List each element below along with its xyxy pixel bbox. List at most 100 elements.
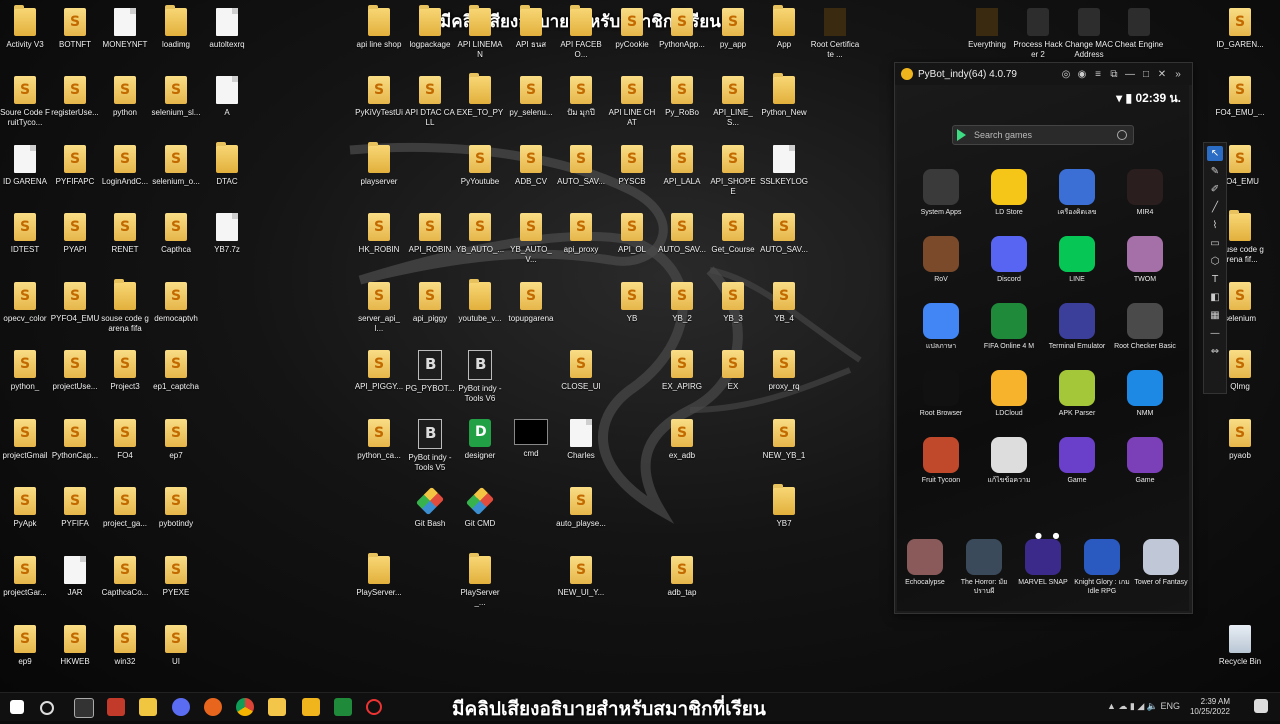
android-app[interactable]: LINE: [1045, 236, 1109, 284]
desktop-icon[interactable]: PYEXE: [151, 556, 201, 622]
desktop-icon[interactable]: CLOSE_UI: [556, 350, 606, 416]
chrome-icon[interactable]: [236, 698, 254, 716]
desktop-icon[interactable]: playserver: [354, 142, 404, 211]
desktop-icon[interactable]: pybotindy: [151, 487, 201, 553]
select-tool-icon[interactable]: ↖: [1207, 146, 1223, 161]
desktop-icon[interactable]: Git Bash: [405, 486, 455, 553]
app-red-icon[interactable]: [107, 698, 125, 716]
desktop-icon[interactable]: YB7: [759, 484, 809, 553]
desktop-icon[interactable]: ADB_CV: [506, 145, 556, 211]
desktop-icon[interactable]: YB7.7z: [202, 213, 252, 279]
desktop-icon[interactable]: PYAPI: [50, 213, 100, 279]
desktop-icon[interactable]: ep9: [0, 625, 50, 691]
android-app[interactable]: Terminal Emulator: [1045, 303, 1109, 351]
desktop-icon[interactable]: PyBot indy - Tools V5: [405, 419, 455, 485]
android-app[interactable]: Game: [1113, 437, 1177, 485]
android-app[interactable]: System Apps: [909, 169, 973, 217]
desktop-icon[interactable]: PyKiVyTestUi: [354, 76, 404, 142]
desktop-icon[interactable]: HK_ROBIN: [354, 213, 404, 279]
android-app[interactable]: แปลภาษา: [909, 303, 973, 351]
desktop-icon[interactable]: BOTNFT: [50, 8, 100, 74]
desktop-icon[interactable]: democaptvh: [151, 282, 201, 348]
account-icon[interactable]: ◉: [1074, 69, 1090, 80]
desktop-icon[interactable]: API LINE CHAT: [607, 76, 657, 142]
search-icon[interactable]: [40, 701, 54, 715]
desktop-icon[interactable]: YB_2: [657, 282, 707, 348]
desktop-icon[interactable]: projectGar...: [0, 556, 50, 622]
dock-app[interactable]: Echocalypse: [893, 539, 957, 587]
minimize-icon[interactable]: —: [1122, 69, 1138, 80]
desktop-icon[interactable]: ID GARENA: [0, 145, 50, 211]
close-icon[interactable]: ✕: [1154, 69, 1170, 80]
dock-app[interactable]: MARVEL SNAP: [1011, 539, 1075, 587]
android-app[interactable]: MIR4: [1113, 169, 1177, 217]
desktop-icon[interactable]: YB_3: [708, 282, 758, 348]
menu-icon[interactable]: ≡: [1090, 69, 1106, 80]
search-games-bar[interactable]: Search games: [952, 125, 1134, 145]
desktop-icon[interactable]: Project3: [100, 350, 150, 416]
desktop-icon[interactable]: HKWEB: [50, 625, 100, 691]
desktop-icon[interactable]: YB: [607, 282, 657, 348]
messenger-icon[interactable]: [172, 698, 190, 716]
desktop-icon[interactable]: ID_GAREN...: [1215, 8, 1265, 74]
system-tray[interactable]: ▲ ☁ ▮ ◢ 🔈 ENG: [1107, 701, 1180, 712]
search-icon[interactable]: [1117, 130, 1127, 140]
desktop-icon[interactable]: A: [202, 76, 252, 142]
android-app[interactable]: APK Parser: [1045, 370, 1109, 418]
desktop-icon[interactable]: EXE_TO_PY: [455, 73, 505, 142]
python-file-icon[interactable]: [268, 698, 286, 716]
clock[interactable]: 2:39 AM 10/25/2022: [1190, 697, 1230, 717]
maximize-icon[interactable]: □: [1138, 69, 1154, 80]
desktop-icon[interactable]: Capthca: [151, 213, 201, 279]
desktop-icon[interactable]: Activity V3: [0, 5, 50, 74]
eraser-tool-icon[interactable]: ◧: [1207, 290, 1223, 305]
desktop-icon[interactable]: ex_adb: [657, 419, 707, 485]
desktop-icon[interactable]: pyaob: [1215, 419, 1265, 485]
android-app[interactable]: Fruit Tycoon: [909, 437, 973, 485]
desktop-icon[interactable]: opecv_color: [0, 282, 50, 348]
desktop-icon[interactable]: API_PIGGY...: [354, 350, 404, 416]
desktop-icon[interactable]: API_OL: [607, 213, 657, 279]
desktop-icon[interactable]: PythonApp...: [657, 8, 707, 74]
desktop-icon[interactable]: API_ROBIN: [405, 213, 455, 279]
desktop-icon[interactable]: Root Certificate ...: [810, 8, 860, 74]
desktop-icon[interactable]: FO4: [100, 419, 150, 485]
desktop-icon[interactable]: ปั้ม มุกปี: [556, 76, 606, 142]
desktop-icon[interactable]: CapthcaCo...: [100, 556, 150, 622]
android-app[interactable]: Root Browser: [909, 370, 973, 418]
desktop-icon[interactable]: PythonCap...: [50, 419, 100, 485]
desktop-icon[interactable]: selenium_sl...: [151, 76, 201, 142]
desktop-icon[interactable]: Charles: [556, 419, 606, 485]
desktop-icon[interactable]: JAR: [50, 556, 100, 622]
desktop-icon[interactable]: IDTEST: [0, 213, 50, 279]
dock-app[interactable]: The Horror: มัย ปราบผี: [952, 539, 1016, 596]
desktop-icon[interactable]: API ธนส: [506, 5, 556, 74]
desktop-icon[interactable]: PyApk: [0, 487, 50, 553]
desktop-icon[interactable]: PlayServer_...: [455, 553, 505, 622]
desktop-icon[interactable]: api line shop: [354, 5, 404, 74]
grid-tool-icon[interactable]: ▦: [1207, 308, 1223, 323]
desktop-icon[interactable]: api_piggy: [405, 282, 455, 348]
collapse-toolbar-icon[interactable]: ⇔: [1207, 344, 1223, 359]
android-app[interactable]: Discord: [977, 236, 1041, 284]
desktop-icon[interactable]: registerUse...: [50, 76, 100, 142]
desktop-icon[interactable]: API FACEBO...: [556, 5, 606, 74]
emulator-titlebar[interactable]: PyBot_indy(64) 4.0.79 ◎ ◉ ≡ ⧉ — □ ✕ »: [895, 63, 1192, 85]
language-indicator[interactable]: ENG: [1160, 701, 1180, 711]
gamepad-icon[interactable]: ◎: [1058, 69, 1074, 80]
desktop-icon[interactable]: EX: [708, 350, 758, 416]
text-tool-icon[interactable]: T: [1207, 272, 1223, 287]
android-app[interactable]: RoV: [909, 236, 973, 284]
desktop-icon[interactable]: Python_New: [759, 73, 809, 142]
desktop-icon[interactable]: YB_AUTO_V...: [506, 213, 556, 279]
android-app[interactable]: แก้ไขข้อความ: [977, 437, 1041, 485]
rectangle-tool-icon[interactable]: ▭: [1207, 236, 1223, 251]
desktop-icon[interactable]: topupgarena: [506, 282, 556, 348]
marker-tool-icon[interactable]: ✐: [1207, 182, 1223, 197]
desktop-icon[interactable]: Soure Code FruitTyco...: [0, 76, 50, 142]
desktop-icon[interactable]: youtube_v...: [455, 279, 505, 348]
android-app[interactable]: NMM: [1113, 370, 1177, 418]
desktop-icon[interactable]: NEW_YB_1: [759, 419, 809, 485]
desktop-icon[interactable]: AUTO_SAV...: [657, 213, 707, 279]
desktop-icon[interactable]: autoltexrq: [202, 8, 252, 74]
